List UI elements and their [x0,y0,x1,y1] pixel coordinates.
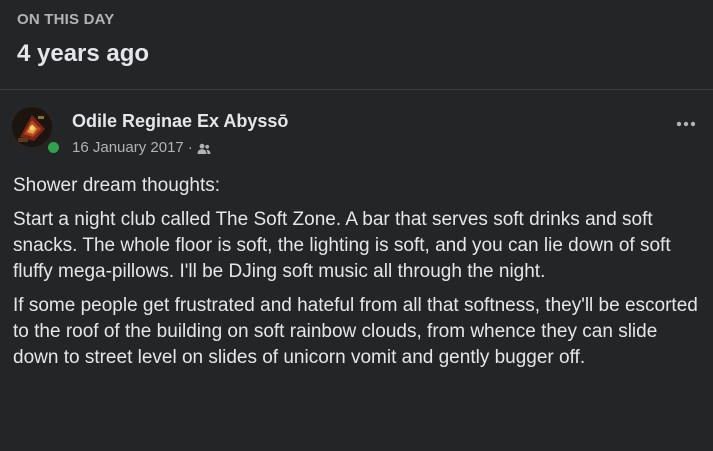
post-meta: 16 January 2017 · [72,139,211,156]
more-options-button[interactable] [675,117,697,129]
meta-separator: · [187,139,193,156]
avatar[interactable] [12,107,52,147]
post-body: Shower dream thoughts: Start a night clu… [13,173,703,379]
post-author[interactable]: Odile Reginae Ex Abyssō [72,111,288,132]
post-paragraph: If some people get frustrated and hatefu… [13,295,698,368]
online-status-indicator [46,140,61,155]
post-paragraph: Start a night club called The Soft Zone.… [13,209,671,282]
avatar-image [12,107,52,147]
post-date[interactable]: 16 January 2017 [72,139,184,156]
memory-title: 4 years ago [17,40,150,67]
memory-eyebrow: ON THIS DAY [17,11,115,28]
memory-header: ON THIS DAY 4 years ago [0,0,713,90]
friends-icon[interactable] [197,142,211,154]
post-paragraph: Shower dream thoughts: [13,175,221,196]
more-horizontal-icon [676,121,696,127]
memory-post: Odile Reginae Ex Abyssō 16 January 2017 … [0,91,713,451]
